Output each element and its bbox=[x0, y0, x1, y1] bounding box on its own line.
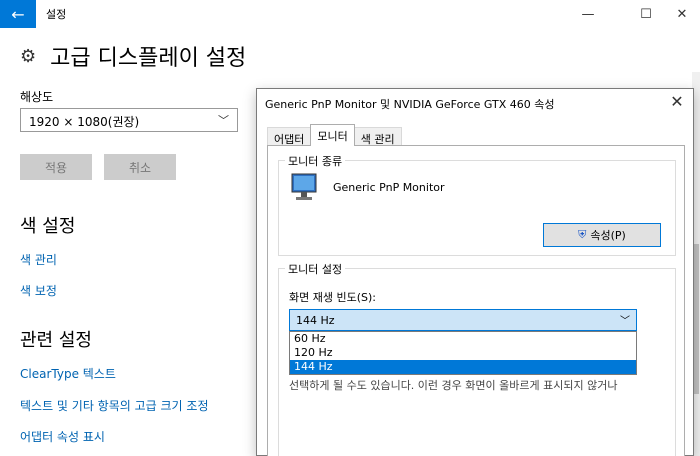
monitor-type-label: 모니터 종류 bbox=[285, 153, 346, 169]
properties-button-label: 속성(P) bbox=[590, 229, 626, 242]
color-management-link[interactable]: 색 관리 bbox=[20, 251, 57, 268]
tab-adapter[interactable]: 어댑터 bbox=[267, 127, 312, 146]
maximize-icon: ☐ bbox=[640, 6, 652, 22]
monitor-type-group: 모니터 종류 Generic PnP Monitor ⛨ 속성(P) bbox=[278, 153, 676, 256]
minimize-button[interactable]: — bbox=[566, 0, 610, 28]
back-arrow-icon: ← bbox=[11, 4, 25, 24]
chevron-down-icon: ﹀ bbox=[218, 114, 229, 127]
chevron-down-icon: ﹀ bbox=[620, 316, 630, 327]
properties-button[interactable]: ⛨ 속성(P) bbox=[543, 223, 661, 247]
resolution-value: 1920 × 1080(권장) bbox=[29, 115, 140, 129]
refresh-rate-value: 144 Hz bbox=[296, 314, 335, 327]
properties-dialog: Generic PnP Monitor 및 NVIDIA GeForce GTX… bbox=[256, 88, 694, 456]
refresh-option-60[interactable]: 60 Hz bbox=[290, 332, 636, 346]
monitor-settings-label: 모니터 설정 bbox=[285, 261, 346, 277]
adapter-properties-link[interactable]: 어댑터 속성 표시 bbox=[20, 428, 105, 445]
close-icon: ✕ bbox=[670, 92, 684, 111]
tab-content: 모니터 종류 Generic PnP Monitor ⛨ 속성(P) 모니터 설… bbox=[267, 145, 685, 456]
page-header: ⚙ 고급 디스플레이 설정 bbox=[20, 40, 246, 72]
related-settings-heading: 관련 설정 bbox=[20, 330, 92, 351]
color-settings-heading: 색 설정 bbox=[20, 216, 76, 237]
shield-icon: ⛨ bbox=[578, 228, 587, 241]
app-title: 설정 bbox=[46, 8, 67, 21]
minimize-icon: — bbox=[581, 6, 595, 22]
tab-color-management[interactable]: 색 관리 bbox=[353, 127, 402, 146]
resolution-dropdown[interactable]: 1920 × 1080(권장) ﹀ bbox=[20, 108, 238, 132]
cleartype-link[interactable]: ClearType 텍스트 bbox=[20, 365, 116, 382]
refresh-option-144[interactable]: 144 Hz bbox=[290, 360, 636, 374]
gear-icon: ⚙ bbox=[20, 45, 37, 67]
resolution-label: 해상도 bbox=[20, 90, 54, 104]
monitor-settings-group: 모니터 설정 화면 재생 빈도(S): 144 Hz ﹀ 60 Hz 120 H… bbox=[278, 261, 676, 456]
refresh-rate-dropdown[interactable]: 144 Hz ﹀ bbox=[289, 309, 637, 331]
cancel-button[interactable]: 취소 bbox=[104, 154, 176, 180]
back-button[interactable]: ← bbox=[0, 0, 36, 28]
tab-bar: 어댑터 모니터 색 관리 bbox=[267, 124, 402, 146]
refresh-rate-options: 60 Hz 120 Hz 144 Hz bbox=[289, 331, 637, 375]
close-button[interactable]: ✕ bbox=[660, 0, 700, 28]
apply-button[interactable]: 적용 bbox=[20, 154, 92, 180]
refresh-rate-label: 화면 재생 빈도(S): bbox=[289, 291, 376, 304]
title-bar: ← 설정 — ☐ ✕ bbox=[0, 0, 700, 30]
tab-monitor[interactable]: 모니터 bbox=[310, 124, 355, 146]
advanced-sizing-link[interactable]: 텍스트 및 기타 항목의 고급 크기 조정 bbox=[20, 397, 209, 414]
color-calibration-link[interactable]: 색 보정 bbox=[20, 282, 57, 299]
page-title: 고급 디스플레이 설정 bbox=[50, 46, 247, 71]
monitor-icon bbox=[291, 173, 317, 200]
dialog-close-button[interactable]: ✕ bbox=[667, 92, 687, 112]
monitor-name: Generic PnP Monitor bbox=[333, 181, 445, 194]
close-icon: ✕ bbox=[676, 6, 688, 22]
refresh-option-120[interactable]: 120 Hz bbox=[290, 346, 636, 360]
dialog-title: Generic PnP Monitor 및 NVIDIA GeForce GTX… bbox=[265, 98, 555, 111]
